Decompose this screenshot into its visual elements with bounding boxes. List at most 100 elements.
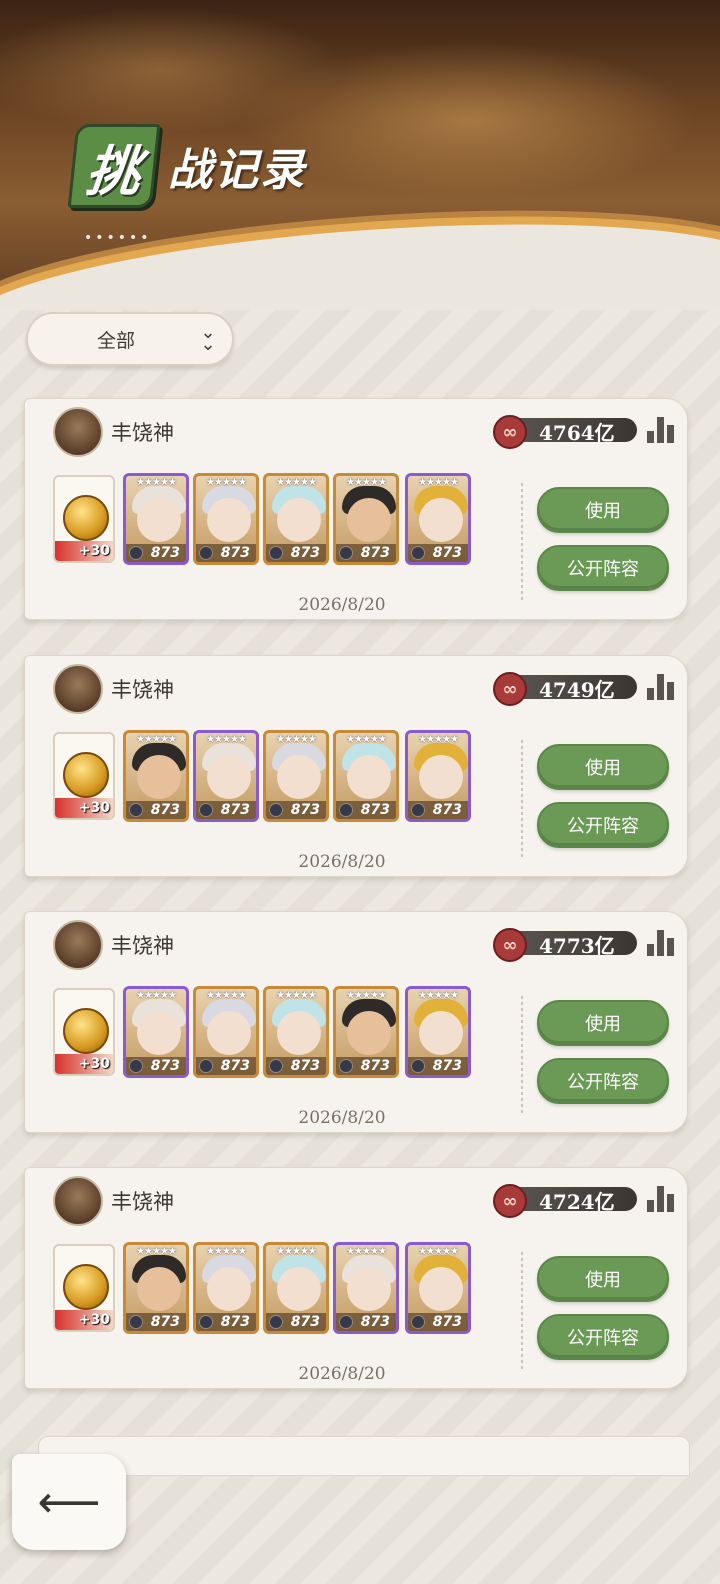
hero-stars: ★★★★★ [346,1246,387,1257]
hero-portrait[interactable]: ★★★★★ 873 [123,473,189,565]
publish-lineup-button[interactable]: 公开阵容 [537,1058,669,1104]
hero-level: 873 [408,544,468,562]
team-lineup: +30 ★★★★★ 873 ★★★★★ 873 ★★★★★ 873 ★★★★★ 873 … [53,986,493,1080]
use-button[interactable]: 使用 [537,1256,669,1302]
power-display: ∞ 4773亿 [493,928,637,962]
hero-portrait[interactable]: ★★★★★ 873 [333,1242,399,1334]
page-header: 挑 战记录 •••••• [0,0,720,310]
hero-stars: ★★★★★ [136,1246,177,1257]
record-date: 2026/8/20 [298,1364,386,1384]
artifact-item[interactable]: +30 [53,475,115,563]
team-lineup: +30 ★★★★★ 873 ★★★★★ 873 ★★★★★ 873 ★★★★★ 873 … [53,473,493,567]
record-date: 2026/8/20 [298,1108,386,1128]
hero-level: 873 [196,801,256,819]
use-button[interactable]: 使用 [537,744,669,790]
avatar[interactable] [53,407,103,457]
power-emblem-icon: ∞ [493,672,527,706]
double-chevron-down-icon: ⌄ ⌄ [200,322,216,355]
hero-stars: ★★★★★ [136,734,177,745]
hero-stars: ★★★★★ [206,734,247,745]
artifact-item[interactable]: +30 [53,732,115,820]
player-name: 丰饶神 [111,678,174,702]
hero-level: 873 [336,1313,396,1331]
record-date: 2026/8/20 [298,595,386,615]
player-name: 丰饶神 [111,934,174,958]
hero-portrait[interactable]: ★★★★★ 873 [263,1242,329,1334]
hero-level: 873 [196,1313,256,1331]
power-display: ∞ 4764亿 [493,415,637,449]
hero-level: 873 [336,1057,396,1075]
artifact-coin-icon [63,1264,109,1310]
hero-portrait[interactable]: ★★★★★ 873 [333,473,399,565]
hero-portrait[interactable]: ★★★★★ 873 [123,730,189,822]
hero-stars: ★★★★★ [136,477,177,488]
publish-lineup-button[interactable]: 公开阵容 [537,1314,669,1360]
player-name: 丰饶神 [111,1190,174,1214]
stats-chart-icon[interactable] [647,417,677,443]
avatar[interactable] [53,1176,103,1226]
hero-level: 873 [336,801,396,819]
hero-stars: ★★★★★ [206,990,247,1001]
hero-portrait[interactable]: ★★★★★ 873 [123,986,189,1078]
team-lineup: +30 ★★★★★ 873 ★★★★★ 873 ★★★★★ 873 ★★★★★ 873 … [53,1242,493,1336]
hero-level: 873 [126,1313,186,1331]
back-arrow-icon: ⟵ [37,1476,101,1528]
publish-lineup-button[interactable]: 公开阵容 [537,802,669,848]
artifact-coin-icon [63,1008,109,1054]
card-divider [521,740,523,858]
hero-portrait[interactable]: ★★★★★ 873 [405,986,471,1078]
record-card: 丰饶神 ∞ 4773亿 +30 ★★★★★ 873 ★★★★★ 873 ★★★★★ 8… [24,911,688,1133]
hero-stars: ★★★★★ [276,1246,317,1257]
record-card: 丰饶神 ∞ 4724亿 +30 ★★★★★ 873 ★★★★★ 873 ★★★★★ 8… [24,1167,688,1389]
stats-chart-icon[interactable] [647,930,677,956]
hero-stars: ★★★★★ [418,990,459,1001]
hero-level: 873 [336,544,396,562]
title-badge-char: 挑 [83,139,144,203]
hero-portrait[interactable]: ★★★★★ 873 [405,1242,471,1334]
hero-portrait[interactable]: ★★★★★ 873 [263,986,329,1078]
use-button[interactable]: 使用 [537,1000,669,1046]
hero-stars: ★★★★★ [276,477,317,488]
artifact-coin-icon [63,752,109,798]
artifact-plus: +30 [78,1312,110,1328]
hero-portrait[interactable]: ★★★★★ 873 [405,730,471,822]
hero-portrait[interactable]: ★★★★★ 873 [263,473,329,565]
power-emblem-icon: ∞ [493,415,527,449]
avatar[interactable] [53,920,103,970]
card-divider [521,1252,523,1370]
use-button[interactable]: 使用 [537,487,669,533]
hero-stars: ★★★★★ [418,477,459,488]
hero-level: 873 [266,1057,326,1075]
stats-chart-icon[interactable] [647,674,677,700]
hero-level: 873 [408,801,468,819]
back-button[interactable]: ⟵ [12,1454,126,1550]
hero-portrait[interactable]: ★★★★★ 873 [193,1242,259,1334]
filter-dropdown[interactable]: 全部 ⌄ ⌄ [26,312,234,366]
artifact-item[interactable]: +30 [53,988,115,1076]
record-card: 丰饶神 ∞ 4764亿 +30 ★★★★★ 873 ★★★★★ 873 ★★★★★ 8… [24,398,688,620]
hero-portrait[interactable]: ★★★★★ 873 [333,730,399,822]
hero-portrait[interactable]: ★★★★★ 873 [193,473,259,565]
title-badge: 挑 [67,124,161,208]
artifact-item[interactable]: +30 [53,1244,115,1332]
avatar[interactable] [53,664,103,714]
stats-chart-icon[interactable] [647,1186,677,1212]
page-title: 挑 战记录 [67,124,306,208]
publish-lineup-button[interactable]: 公开阵容 [537,545,669,591]
hero-stars: ★★★★★ [346,477,387,488]
hero-level: 873 [266,801,326,819]
artifact-plus: +30 [78,1056,110,1072]
card-divider [521,996,523,1114]
hero-portrait[interactable]: ★★★★★ 873 [263,730,329,822]
hero-level: 873 [126,544,186,562]
hero-stars: ★★★★★ [346,734,387,745]
hero-portrait[interactable]: ★★★★★ 873 [193,730,259,822]
hero-portrait[interactable]: ★★★★★ 873 [123,1242,189,1334]
hero-level: 873 [126,1057,186,1075]
hero-portrait[interactable]: ★★★★★ 873 [193,986,259,1078]
hero-stars: ★★★★★ [276,734,317,745]
hero-portrait[interactable]: ★★★★★ 873 [405,473,471,565]
hero-portrait[interactable]: ★★★★★ 873 [333,986,399,1078]
team-lineup: +30 ★★★★★ 873 ★★★★★ 873 ★★★★★ 873 ★★★★★ 873 … [53,730,493,824]
hero-stars: ★★★★★ [418,1246,459,1257]
